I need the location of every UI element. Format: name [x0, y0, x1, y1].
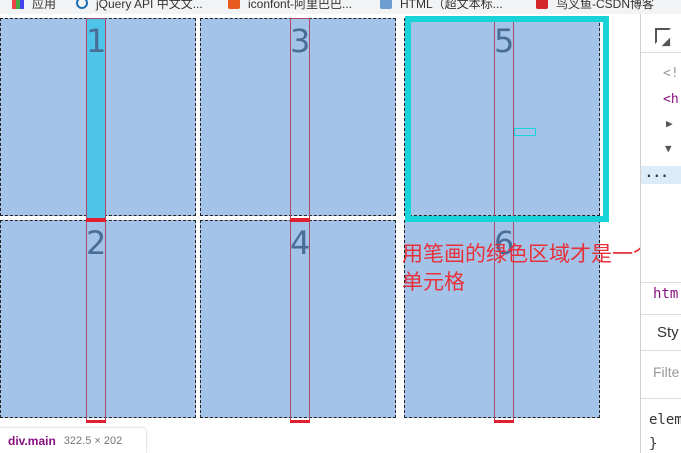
filter-input[interactable]: Filte [653, 364, 679, 380]
dom-line: <! [663, 66, 679, 81]
divider [641, 398, 681, 399]
bookmarks-bar: 应用 jQuery API 中文文... iconfont-阿里巴巴... HT… [0, 0, 681, 14]
column-marker [86, 218, 106, 222]
cell-number: 4 [290, 224, 311, 262]
cell-number: 3 [290, 22, 311, 60]
cell-highlight-box [405, 16, 609, 222]
bookmark-html[interactable]: HTML（超文本标... [380, 0, 503, 12]
tooltip-element: div.main [8, 433, 56, 448]
bookmark-apps[interactable]: 应用 [12, 0, 56, 12]
cell-number: 2 [86, 224, 107, 262]
tooltip-size: 322.5 × 202 [63, 434, 123, 447]
divider [641, 282, 681, 283]
bookmark-iconfont[interactable]: iconfont-阿里巴巴... [228, 0, 352, 12]
divider [641, 52, 681, 53]
bookmark-jquery[interactable]: jQuery API 中文文... [76, 0, 203, 12]
apps-grid-icon [12, 0, 24, 9]
bookmark-label: 应用 [32, 0, 57, 11]
bookmark-label: jQuery API 中文文... [96, 0, 203, 11]
ellipsis-icon: ... [645, 166, 669, 181]
bookmark-label: HTML（超文本标... [400, 0, 503, 11]
tab-styles[interactable]: Sty [657, 324, 679, 341]
expand-triangle-icon[interactable]: ▶ [666, 117, 673, 130]
page-content: 1 3 5 2 4 6 [0, 14, 640, 453]
bookmark-label: iconfont-阿里巴巴... [248, 0, 353, 11]
divider [641, 314, 681, 315]
bookmark-label: 鸟叉鱼-CSDN博客 [556, 0, 654, 11]
style-rule-close: } [649, 436, 658, 452]
small-marker-rect [514, 128, 536, 136]
jquery-icon [76, 0, 88, 9]
devtools-panel: <! <h ▶ ▼ ... htm Sty Filte elem } [640, 14, 681, 453]
column-marker [494, 420, 514, 423]
divider [641, 350, 681, 351]
bookmark-icon [380, 0, 392, 9]
bookmark-csdn[interactable]: 鸟叉鱼-CSDN博客 [536, 0, 654, 12]
cell-number: 1 [86, 22, 107, 60]
style-rule: elem [649, 412, 681, 428]
breadcrumb[interactable]: htm [653, 286, 678, 302]
iconfont-icon [228, 0, 240, 9]
csdn-icon [536, 0, 548, 9]
dom-line: <h [663, 92, 679, 107]
column-marker [290, 420, 310, 423]
column-marker [290, 218, 310, 222]
collapse-triangle-icon[interactable]: ▼ [665, 142, 672, 155]
element-tooltip: div.main 322.5 × 202 [0, 428, 146, 453]
column-marker [86, 420, 106, 423]
annotation-text: 用笔画的绿色区域才是一个单元格 [402, 242, 654, 294]
